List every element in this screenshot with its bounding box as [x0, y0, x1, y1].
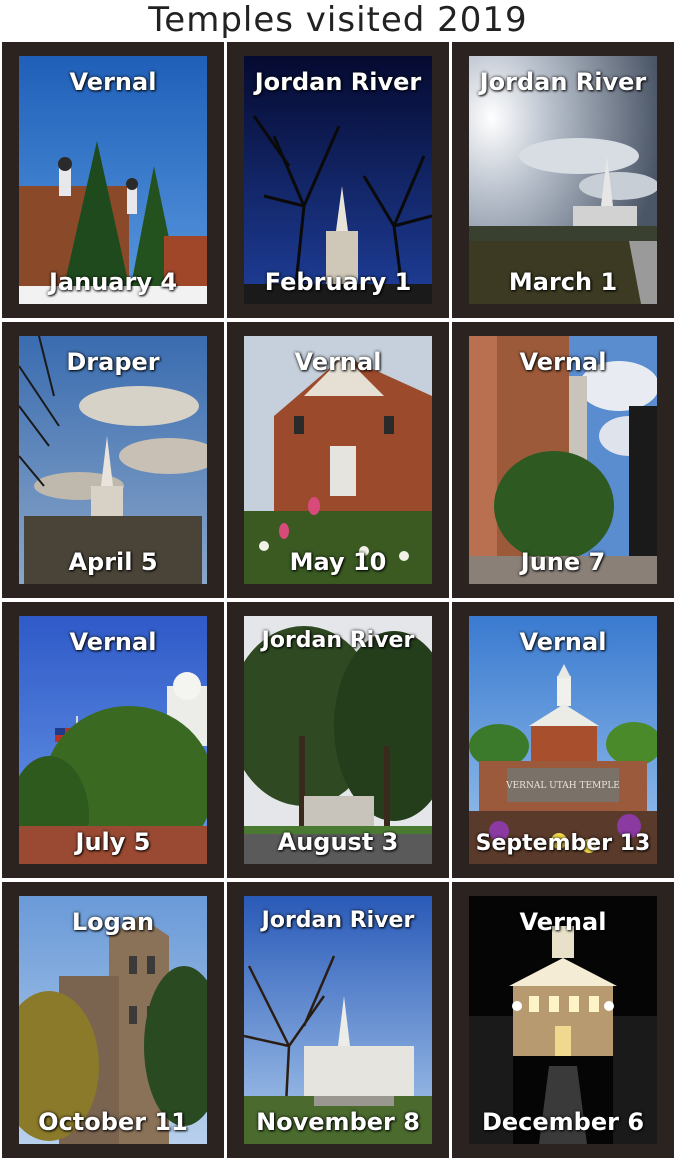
photo-tile-6: Vernal June 7 [452, 322, 674, 598]
photo-tile-12: Vernal December 6 [452, 882, 674, 1158]
temple-name: Vernal [519, 348, 607, 376]
temple-name: Logan [71, 908, 155, 936]
visit-date: December 6 [481, 1108, 645, 1136]
photo-tile-7: Vernal July 5 [2, 602, 224, 878]
temple-name: Vernal [294, 348, 382, 376]
photo-tile-11: Jordan River November 8 [227, 882, 449, 1158]
visit-date: August 3 [277, 828, 399, 856]
visit-date: November 8 [256, 1108, 420, 1136]
visit-date: September 13 [475, 831, 651, 856]
temple-name: Jordan River [479, 68, 647, 96]
temple-name: Jordan River [261, 908, 415, 933]
photo-tile-8: Jordan River August 3 [227, 602, 449, 878]
temple-name: Jordan River [261, 628, 415, 653]
visit-date: April 5 [68, 548, 158, 576]
visit-date: February 1 [264, 268, 412, 296]
visit-date: June 7 [520, 548, 606, 576]
page-title: Temples visited 2019 [148, 0, 528, 40]
temple-photo [244, 896, 432, 1144]
temple-name: Jordan River [254, 68, 422, 96]
temple-name: Vernal [519, 628, 607, 656]
photo-tile-10: Logan October 11 [2, 882, 224, 1158]
visit-date: July 5 [75, 828, 151, 856]
visit-date: March 1 [508, 268, 618, 296]
photo-tile-4: Draper April 5 [2, 322, 224, 598]
temple-name: Vernal [69, 68, 157, 96]
visit-date: October 11 [38, 1108, 188, 1136]
visit-date: May 10 [289, 548, 387, 576]
photo-tile-3: Jordan River March 1 [452, 42, 674, 318]
visit-date: January 4 [48, 268, 178, 296]
photo-grid: Vernal January 4 Jordan River February 1 [2, 42, 674, 1158]
temple-sign-text: VERNAL UTAH TEMPLE [505, 781, 620, 791]
photo-tile-9: VERNAL UTAH TEMPLE Vernal September 13 [452, 602, 674, 878]
photo-tile-2: Jordan River February 1 [227, 42, 449, 318]
photo-tile-5: Vernal May 10 [227, 322, 449, 598]
photo-tile-1: Vernal January 4 [2, 42, 224, 318]
temple-photo [244, 616, 432, 864]
temple-name: Draper [66, 348, 160, 376]
temple-name: Vernal [519, 908, 607, 936]
temple-name: Vernal [69, 628, 157, 656]
